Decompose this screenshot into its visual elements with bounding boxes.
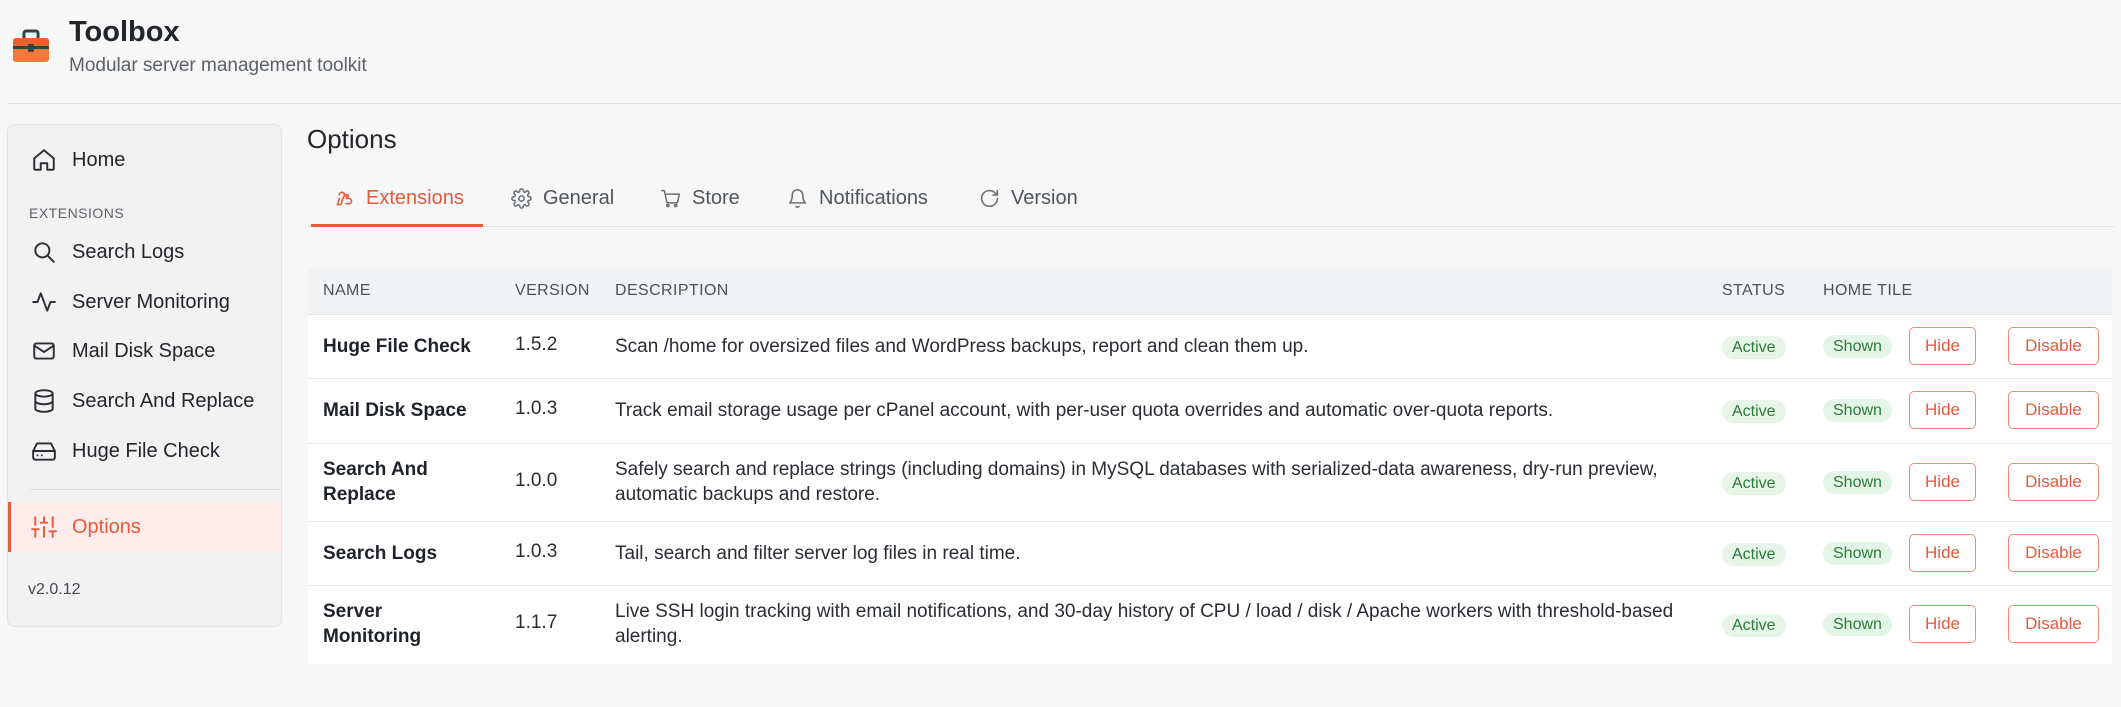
app-version: v2.0.12 (28, 581, 81, 598)
hard-drive-icon (30, 437, 58, 465)
mail-icon (30, 337, 58, 365)
options-tabs: Extensions General Store Notifications V… (307, 170, 2114, 227)
refresh-icon (979, 188, 1001, 210)
puzzle-icon (334, 188, 356, 210)
extension-name: Search And Replace (323, 459, 428, 505)
table-row: Huge File Check 1.5.2 Scan /home for ove… (308, 315, 2112, 379)
sidebar: Home EXTENSIONS Search Logs Server Monit… (7, 124, 282, 627)
table-row: Search Logs 1.0.3 Tail, search and filte… (308, 522, 2112, 586)
extension-description: Track email storage usage per cPanel acc… (615, 400, 1554, 421)
column-header-description: DESCRIPTION (615, 282, 729, 299)
extension-version: 1.1.7 (515, 612, 558, 633)
tab-extensions[interactable]: Extensions (334, 170, 464, 227)
column-header-home-tile: HOME TILE (1823, 282, 1913, 299)
extension-version: 1.0.3 (515, 541, 558, 562)
page-title: Options (307, 124, 397, 154)
sidebar-divider (30, 489, 281, 490)
extension-name: Mail Disk Space (323, 400, 467, 421)
sliders-icon (30, 513, 58, 541)
sidebar-item-server-monitoring[interactable]: Server Monitoring (8, 279, 281, 325)
search-icon (30, 238, 58, 266)
bell-icon (787, 188, 809, 210)
extension-version: 1.0.3 (515, 398, 558, 419)
gear-icon (511, 187, 533, 210)
extension-description: Safely search and replace strings (inclu… (615, 459, 1658, 505)
status-badge: Active (1722, 543, 1786, 566)
tab-label: Version (1011, 187, 1078, 209)
sidebar-item-home[interactable]: Home (8, 137, 281, 183)
extension-name: Search Logs (323, 543, 438, 564)
tab-label: Extensions (366, 187, 464, 209)
sidebar-item-label: Mail Disk Space (72, 339, 216, 362)
column-header-name: NAME (323, 282, 371, 299)
disable-button[interactable]: Disable (2008, 391, 2099, 429)
sidebar-item-label: Huge File Check (72, 439, 220, 462)
extension-name: Huge File Check (323, 336, 471, 357)
disable-button[interactable]: Disable (2008, 463, 2099, 501)
app-header: Toolbox Modular server management toolki… (7, 0, 2121, 104)
toolbox-logo-icon (13, 29, 49, 62)
extension-description: Live SSH login tracking with email notif… (615, 601, 1674, 647)
tab-label: Notifications (819, 187, 928, 209)
disable-button[interactable]: Disable (2008, 534, 2099, 572)
home-tile-badge: Shown (1823, 335, 1892, 358)
table-header: NAME VERSION DESCRIPTION STATUS HOME TIL… (308, 267, 2112, 315)
sidebar-item-label: Home (72, 148, 126, 171)
table-row: Search And Replace 1.0.0 Safely search a… (308, 444, 2112, 522)
sidebar-item-huge-file-check[interactable]: Huge File Check (8, 428, 281, 474)
table-row: Mail Disk Space 1.0.3 Track email storag… (308, 379, 2112, 444)
sidebar-item-options[interactable]: Options (8, 502, 281, 552)
column-header-status: STATUS (1722, 282, 1786, 299)
extensions-table: NAME VERSION DESCRIPTION STATUS HOME TIL… (308, 267, 2112, 664)
tab-version[interactable]: Version (979, 170, 1078, 227)
sidebar-item-label: Server Monitoring (72, 290, 230, 313)
sidebar-section-label: EXTENSIONS (29, 205, 125, 221)
app-title: Toolbox (69, 16, 180, 48)
status-badge: Active (1722, 472, 1786, 495)
tab-label: General (543, 187, 615, 209)
app-subtitle: Modular server management toolkit (69, 55, 367, 76)
sidebar-item-search-and-replace[interactable]: Search And Replace (8, 378, 281, 424)
table-row: Server Monitoring 1.1.7 Live SSH login t… (308, 586, 2112, 664)
disable-button[interactable]: Disable (2008, 327, 2099, 365)
column-header-version: VERSION (515, 282, 590, 299)
sidebar-item-label: Options (72, 515, 141, 538)
activity-icon (30, 288, 58, 316)
sidebar-item-label: Search Logs (72, 240, 185, 263)
hide-button[interactable]: Hide (1909, 463, 1976, 501)
extension-description: Tail, search and filter server log files… (615, 543, 1021, 564)
home-tile-badge: Shown (1823, 399, 1892, 422)
home-tile-badge: Shown (1823, 471, 1892, 494)
home-icon (30, 146, 58, 174)
tab-store[interactable]: Store (660, 170, 740, 227)
sidebar-item-mail-disk-space[interactable]: Mail Disk Space (8, 328, 281, 374)
hide-button[interactable]: Hide (1909, 391, 1976, 429)
extension-name: Server Monitoring (323, 601, 422, 647)
extension-description: Scan /home for oversized files and WordP… (615, 336, 1309, 357)
hide-button[interactable]: Hide (1909, 327, 1976, 365)
hide-button[interactable]: Hide (1909, 534, 1976, 572)
sidebar-item-label: Search And Replace (72, 389, 255, 412)
tab-label: Store (692, 187, 740, 209)
extension-version: 1.0.0 (515, 470, 558, 491)
extension-version: 1.5.2 (515, 334, 558, 355)
disable-button[interactable]: Disable (2008, 605, 2099, 643)
hide-button[interactable]: Hide (1909, 605, 1976, 643)
cart-icon (660, 188, 682, 210)
status-badge: Active (1722, 336, 1786, 359)
home-tile-badge: Shown (1823, 542, 1892, 565)
status-badge: Active (1722, 400, 1786, 423)
database-icon (30, 387, 58, 415)
tab-general[interactable]: General (511, 170, 614, 227)
status-badge: Active (1722, 614, 1786, 637)
sidebar-item-search-logs[interactable]: Search Logs (8, 229, 281, 275)
active-tab-indicator (311, 224, 483, 227)
tab-notifications[interactable]: Notifications (787, 170, 928, 227)
home-tile-badge: Shown (1823, 613, 1892, 636)
